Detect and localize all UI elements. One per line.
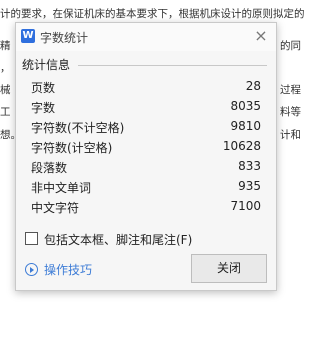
stat-label: 页数: [31, 81, 56, 95]
doc-fragment: 过程: [280, 84, 301, 96]
stat-value: 9810: [230, 119, 261, 133]
stat-value: 7100: [230, 199, 261, 213]
doc-line: 械: [0, 84, 11, 96]
tips-label[interactable]: 操作技巧: [44, 261, 92, 278]
doc-fragment: 的同: [280, 40, 301, 52]
stat-row-non-chinese-words: 非中文单词 935: [31, 179, 261, 197]
stat-row-paragraphs: 段落数 833: [31, 159, 261, 177]
stat-row-chars-no-spaces: 字符数(不计空格) 9810: [31, 119, 261, 137]
doc-fragment: 料等: [280, 106, 301, 118]
wps-writer-icon: W: [21, 29, 35, 43]
section-label: 统计信息: [22, 58, 71, 72]
stat-value: 8035: [230, 99, 261, 113]
stat-row-chars-with-spaces: 字符数(计空格) 10628: [31, 139, 261, 157]
stat-label: 字符数(不计空格): [31, 121, 125, 135]
include-textboxes-label[interactable]: 包括文本框、脚注和尾注(F): [44, 231, 192, 248]
stat-value: 28: [245, 79, 261, 93]
stat-label: 字数: [31, 101, 56, 115]
include-textboxes-checkbox[interactable]: [25, 232, 38, 245]
stat-label: 非中文单词: [31, 181, 92, 195]
stat-label: 中文字符: [31, 201, 80, 215]
doc-line: 计的要求，在保证机床的基本要求下，根据机床设计的原则拟定的: [0, 8, 305, 20]
stat-value: 10628: [222, 139, 261, 153]
dialog-title: 字数统计: [40, 31, 89, 45]
close-button[interactable]: 关闭: [191, 254, 267, 283]
doc-line: 精: [0, 40, 11, 52]
doc-fragment: 计和: [280, 129, 301, 141]
stat-row-pages: 页数 28: [31, 79, 261, 97]
stat-label: 字符数(计空格): [31, 141, 113, 155]
stat-row-chinese-chars: 中文字符 7100: [31, 199, 261, 217]
dialog-titlebar[interactable]: W 字数统计 ×: [16, 23, 276, 51]
word-count-dialog: W 字数统计 × 统计信息 页数 28 字数 8035 字符数(不计空格) 98…: [15, 22, 277, 291]
play-circle-icon[interactable]: [25, 263, 38, 276]
stat-value: 833: [238, 159, 261, 173]
doc-line: 工: [0, 106, 11, 118]
stat-label: 段落数: [31, 161, 68, 175]
close-icon[interactable]: ×: [252, 27, 270, 45]
section-divider: [78, 65, 267, 66]
stat-value: 935: [238, 179, 261, 193]
doc-line: ，: [0, 62, 11, 74]
stat-row-words: 字数 8035: [31, 99, 261, 117]
